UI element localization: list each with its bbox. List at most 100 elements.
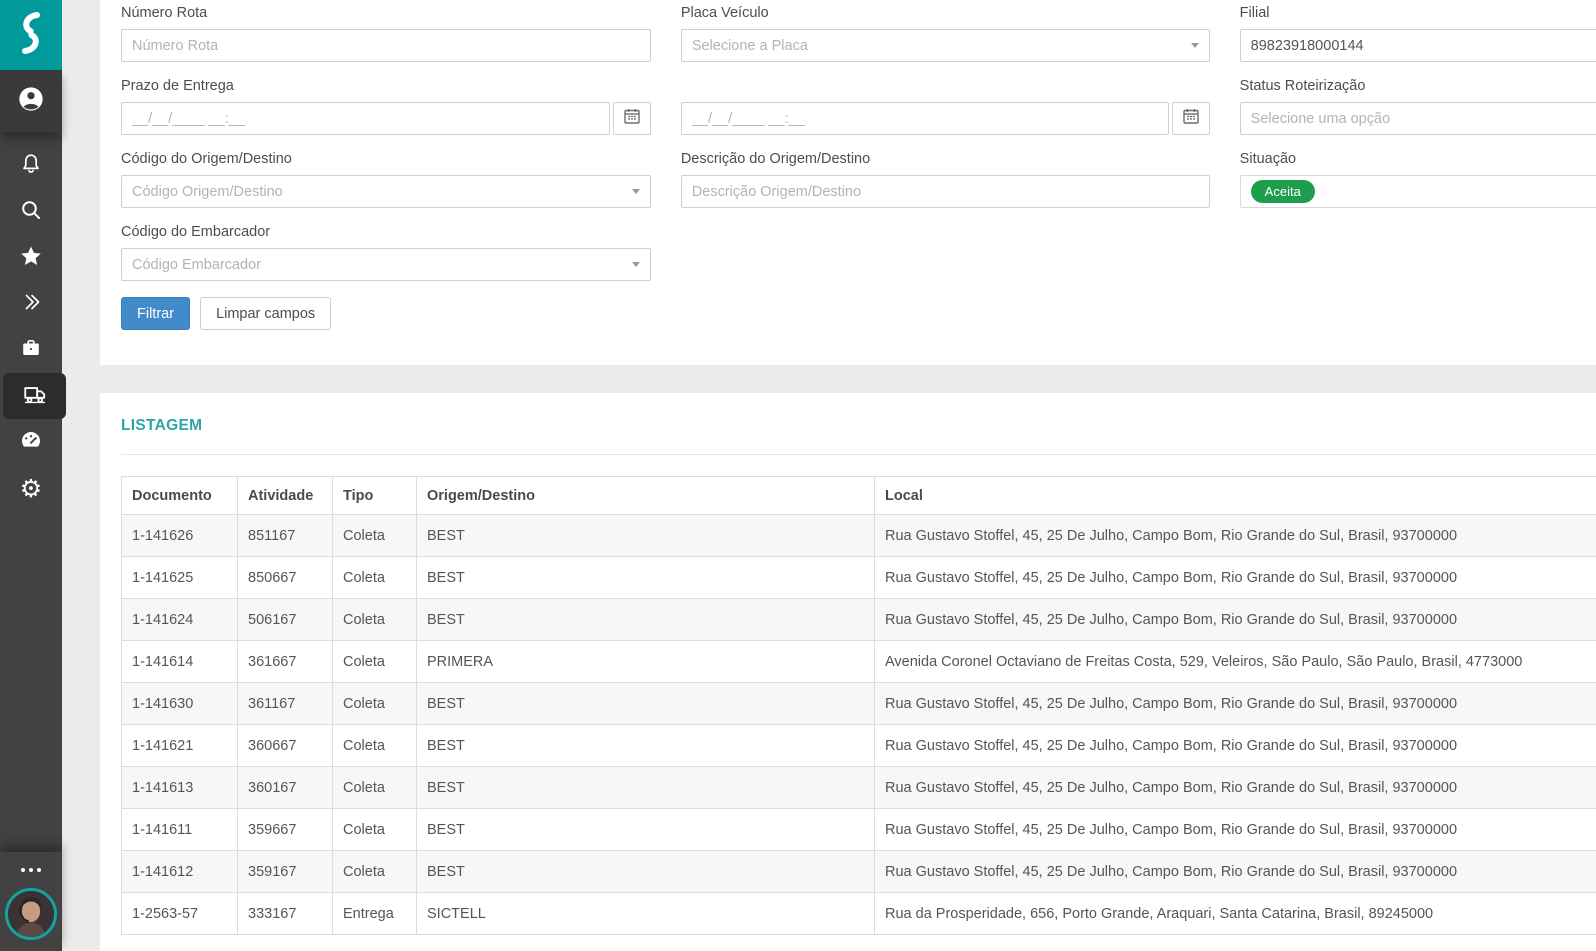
limpar-campos-button[interactable]: Limpar campos [200,297,331,330]
numero-rota-input[interactable] [121,29,651,62]
avatar[interactable] [5,888,57,940]
cell-local: Rua Gustavo Stoffel, 45, 25 De Julho, Ca… [875,809,1596,851]
situacao-box: Aceita [1240,175,1596,208]
cell-origem-destino: BEST [417,725,875,767]
sidebar-item-notifications[interactable] [0,143,62,189]
listing-panel: LISTAGEM DocumentoAtividadeTipoOrigem/De… [100,393,1596,951]
table-header-row: DocumentoAtividadeTipoOrigem/DestinoLoca… [122,477,1596,515]
descricao-origem-destino-label: Descrição do Origem/Destino [681,151,1210,167]
sidebar-item-dashboard[interactable] [0,419,62,465]
sidebar-bottom [0,852,62,951]
user-circle-icon [17,85,45,118]
page-title: LISTAGEM [121,417,1596,435]
table-row[interactable]: 1-2563-57333167EntregaSICTELLRua da Pros… [122,893,1596,935]
cell-tipo: Coleta [333,683,417,725]
placa-veiculo-select[interactable]: Selecione a Placa [681,29,1210,62]
cell-local: Rua Gustavo Stoffel, 45, 25 De Julho, Ca… [875,557,1596,599]
prazo-entrega-label: Prazo de Entrega [121,78,651,94]
numero-rota-label: Número Rota [121,5,651,21]
table-row[interactable]: 1-141625850667ColetaBESTRua Gustavo Stof… [122,557,1596,599]
table-row[interactable]: 1-141611359667ColetaBESTRua Gustavo Stof… [122,809,1596,851]
cell-documento: 1-141625 [122,557,238,599]
truck-icon [22,381,48,412]
speedometer-icon [19,428,43,457]
prazo-entrega-inicio-calendar-button[interactable] [613,102,651,135]
cell-origem-destino: BEST [417,683,875,725]
star-icon [19,244,43,273]
cell-origem-destino: BEST [417,515,875,557]
sidebar-item-profile[interactable] [0,70,62,132]
prazo-entrega-inicio-input[interactable] [121,102,610,135]
cell-local: Rua Gustavo Stoffel, 45, 25 De Julho, Ca… [875,767,1596,809]
descricao-origem-destino-input[interactable] [681,175,1210,208]
cell-documento: 1-141611 [122,809,238,851]
prazo-entrega-fim-calendar-button[interactable] [1172,102,1210,135]
sidebar-item-expand[interactable] [0,281,62,327]
table-row[interactable]: 1-141630361167ColetaBESTRua Gustavo Stof… [122,683,1596,725]
sidebar-item-business[interactable] [0,327,62,373]
codigo-origem-destino-label: Código do Origem/Destino [121,151,651,167]
double-chevron-icon [19,290,43,319]
status-roteirizacao-select[interactable]: Selecione uma opção [1240,102,1596,135]
table-row[interactable]: 1-141621360667ColetaBESTRua Gustavo Stof… [122,725,1596,767]
cell-tipo: Coleta [333,515,417,557]
field-filial: Filial [1240,5,1596,62]
cell-atividade: 333167 [238,893,333,935]
field-numero-rota: Número Rota [121,5,651,62]
table-row[interactable]: 1-141614361667ColetaPRIMERAAvenida Coron… [122,641,1596,683]
app-logo[interactable] [0,0,62,70]
gear-icon: ⚙ [20,476,42,501]
table-body: 1-141626851167ColetaBESTRua Gustavo Stof… [122,515,1596,935]
cell-tipo: Coleta [333,725,417,767]
table-row[interactable]: 1-141626851167ColetaBESTRua Gustavo Stof… [122,515,1596,557]
sidebar-item-favorites[interactable] [0,235,62,281]
field-situacao: Situação Aceita [1240,151,1596,208]
cell-origem-destino: BEST [417,851,875,893]
cell-origem-destino: BEST [417,557,875,599]
cell-atividade: 506167 [238,599,333,641]
cell-atividade: 359167 [238,851,333,893]
cell-tipo: Coleta [333,599,417,641]
cell-tipo: Coleta [333,767,417,809]
filial-input[interactable] [1240,29,1596,62]
cell-local: Rua Gustavo Stoffel, 45, 25 De Julho, Ca… [875,851,1596,893]
status-badge[interactable]: Aceita [1251,180,1315,203]
column-header: Tipo [333,477,417,515]
filtrar-button[interactable]: Filtrar [121,297,190,330]
calendar-icon [1183,108,1199,129]
codigo-embarcador-label: Código do Embarcador [121,224,651,240]
more-dots-icon [21,868,25,872]
more-options-button[interactable] [0,868,62,872]
chevron-down-icon [632,189,640,194]
prazo-entrega-fim-input[interactable] [681,102,1169,135]
sidebar-item-search[interactable] [0,189,62,235]
sidebar-item-settings[interactable]: ⚙ [0,465,62,511]
codigo-embarcador-select[interactable]: Código Embarcador [121,248,651,281]
bell-icon [19,152,43,181]
table-row[interactable]: 1-141624506167ColetaBESTRua Gustavo Stof… [122,599,1596,641]
cell-tipo: Entrega [333,893,417,935]
sidebar: ⚙ [0,0,62,951]
table-row[interactable]: 1-141612359167ColetaBESTRua Gustavo Stof… [122,851,1596,893]
field-status-roteirizacao: Status Roteirização Selecione uma opção [1240,78,1596,135]
cell-documento: 1-141630 [122,683,238,725]
sidebar-item-routes[interactable] [3,373,66,419]
cell-documento: 1-141612 [122,851,238,893]
listing-table: DocumentoAtividadeTipoOrigem/DestinoLoca… [121,476,1596,935]
column-header: Documento [122,477,238,515]
cell-documento: 1-2563-57 [122,893,238,935]
briefcase-icon [19,336,43,365]
cell-atividade: 360167 [238,767,333,809]
table-row[interactable]: 1-141613360167ColetaBESTRua Gustavo Stof… [122,767,1596,809]
logo-icon [16,10,46,61]
cell-local: Avenida Coronel Octaviano de Freitas Cos… [875,641,1596,683]
column-header: Local [875,477,1596,515]
field-codigo-origem-destino: Código do Origem/Destino Código Origem/D… [121,151,651,208]
cell-origem-destino: SICTELL [417,893,875,935]
codigo-origem-destino-select[interactable]: Código Origem/Destino [121,175,651,208]
cell-local: Rua Gustavo Stoffel, 45, 25 De Julho, Ca… [875,725,1596,767]
cell-atividade: 359667 [238,809,333,851]
cell-documento: 1-141621 [122,725,238,767]
cell-local: Rua Gustavo Stoffel, 45, 25 De Julho, Ca… [875,599,1596,641]
cell-tipo: Coleta [333,851,417,893]
